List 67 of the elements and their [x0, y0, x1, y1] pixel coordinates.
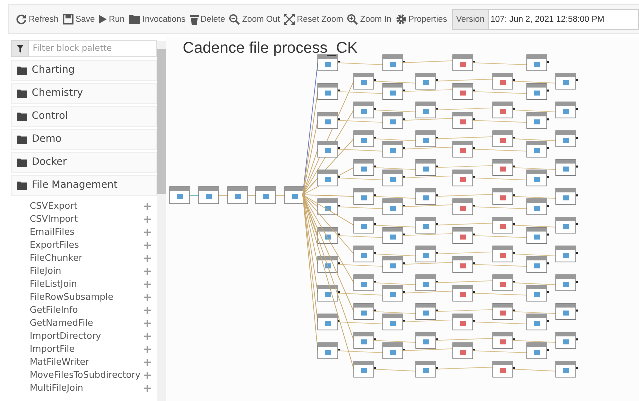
folder-icon — [17, 89, 28, 98]
add-icon[interactable] — [144, 203, 151, 210]
add-icon[interactable] — [144, 268, 151, 275]
toolbar-button[interactable]: Delete — [188, 12, 228, 26]
filter-field[interactable]: Filter block palette — [29, 40, 157, 57]
block-item[interactable]: ExportFiles — [30, 240, 80, 250]
category-header[interactable]: File Management — [11, 175, 157, 196]
block-item[interactable]: FileRowSubsample — [30, 292, 114, 302]
version-field[interactable]: 107: Jun 2, 2021 12:58:00 PM — [488, 8, 639, 30]
trash-icon — [190, 14, 199, 24]
version-label: Version — [452, 8, 489, 30]
block-item[interactable]: CSVImport — [30, 214, 78, 224]
scrollbar[interactable] — [157, 41, 166, 401]
block-item[interactable]: FileChunker — [30, 254, 83, 264]
block-item[interactable]: MultiFileJoin — [30, 384, 84, 394]
zoom-out-icon — [229, 14, 240, 24]
add-icon[interactable] — [144, 242, 151, 249]
block-item[interactable]: CSVExport — [30, 202, 78, 212]
category-header[interactable]: Charting — [11, 60, 157, 81]
toolbar-button[interactable]: Refresh — [14, 12, 61, 26]
category-header[interactable]: Demo — [11, 129, 157, 150]
toolbar-button[interactable]: Properties — [394, 12, 450, 26]
toolbar-button[interactable]: Zoom Out — [227, 12, 282, 26]
block-item[interactable]: FileListJoin — [30, 280, 78, 290]
refresh-icon — [16, 14, 27, 24]
add-icon[interactable] — [144, 216, 151, 223]
filter-button[interactable] — [11, 40, 29, 57]
add-icon[interactable] — [144, 359, 151, 366]
add-icon[interactable] — [144, 333, 151, 340]
category-header[interactable]: Control — [11, 106, 157, 127]
filter-icon — [16, 44, 24, 52]
settings-icon — [396, 14, 407, 24]
add-icon[interactable] — [144, 346, 151, 353]
add-icon[interactable] — [144, 281, 151, 288]
block-item[interactable]: FileJoin — [30, 266, 62, 276]
folder-icon — [17, 112, 28, 121]
play-icon — [99, 14, 108, 24]
category-header[interactable]: Docker — [11, 152, 157, 173]
folder-icon — [128, 14, 141, 24]
folder-icon — [17, 181, 28, 190]
add-icon[interactable] — [144, 320, 151, 327]
workflow-title: Cadence file process_CK — [183, 40, 358, 58]
toolbar-button[interactable]: Save — [60, 12, 98, 26]
toolbar-button[interactable]: Reset Zoom — [282, 12, 346, 26]
add-icon[interactable] — [144, 385, 151, 392]
zoom-in-icon — [347, 14, 358, 24]
add-icon[interactable] — [144, 372, 151, 379]
add-icon[interactable] — [144, 255, 151, 262]
block-item[interactable]: ImportDirectory — [30, 332, 102, 342]
block-item[interactable]: ImportFile — [30, 344, 75, 354]
block-item[interactable]: GetNamedFile — [30, 318, 94, 328]
block-item[interactable]: EmailFiles — [30, 228, 75, 238]
toolbar-button[interactable]: Run — [97, 12, 127, 26]
category-header[interactable]: Chemistry — [11, 83, 157, 104]
folder-icon — [17, 66, 28, 75]
block-item[interactable]: MoveFilesToSubdirectory — [30, 370, 141, 380]
toolbar-button[interactable]: Invocations — [126, 12, 188, 26]
add-icon[interactable] — [144, 307, 151, 314]
block-item[interactable]: MatFileWriter — [30, 358, 90, 368]
folder-icon — [17, 135, 28, 144]
scrollbar-thumb[interactable] — [157, 49, 166, 194]
add-icon[interactable] — [144, 294, 151, 301]
folder-icon — [17, 158, 28, 167]
expand-icon — [284, 14, 296, 24]
toolbar-button[interactable]: Zoom In — [345, 12, 394, 26]
block-item[interactable]: GetFileInfo — [30, 306, 78, 316]
add-icon[interactable] — [144, 229, 151, 236]
